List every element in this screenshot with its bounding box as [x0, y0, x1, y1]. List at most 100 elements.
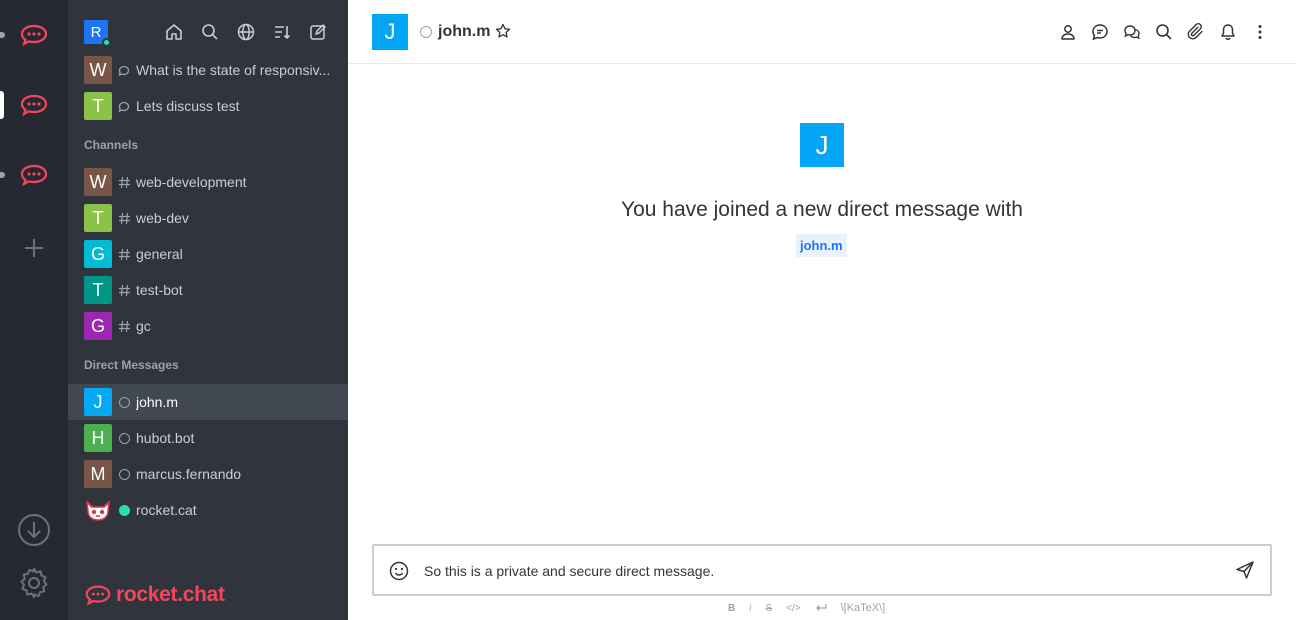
- sidebar-item-gc[interactable]: G gc: [68, 308, 348, 344]
- avatar-initial: T: [92, 95, 104, 116]
- downloads-button[interactable]: [14, 510, 54, 550]
- add-server-button[interactable]: [14, 228, 54, 268]
- thread-icon: [1092, 24, 1108, 41]
- gear-icon: [20, 568, 48, 598]
- room-avatar: T: [84, 204, 112, 232]
- avatar-initial: T: [92, 279, 104, 300]
- more-options-button[interactable]: [1250, 22, 1270, 42]
- kebab-menu-icon: [1258, 25, 1262, 39]
- sidebar-item-label: john.m: [136, 394, 179, 410]
- online-status-icon: [118, 504, 131, 517]
- avatar-initial: T: [92, 207, 104, 228]
- create-new-button[interactable]: [308, 22, 328, 42]
- discussion-icon: [118, 64, 131, 77]
- hashtag-icon: [118, 176, 131, 189]
- room-avatar: W: [84, 168, 112, 196]
- star-icon: [495, 23, 511, 38]
- hashtag-icon: [118, 284, 131, 297]
- app-window: R W What is the state of responsiv... T …: [0, 0, 1296, 620]
- formatting-toolbar: B i S </> \[KaTeX\]: [728, 600, 899, 616]
- message-input[interactable]: [424, 560, 1204, 582]
- sidebar-item-label: hubot.bot: [136, 430, 195, 446]
- rocket-chat-logo: rocket.chat: [84, 580, 225, 610]
- room-avatar: T: [84, 276, 112, 304]
- sidebar-item-label: web-development: [136, 174, 247, 190]
- sidebar-item-test-bot[interactable]: T test-bot: [68, 272, 348, 308]
- offline-status-icon: [118, 468, 131, 481]
- welcome-user-mention[interactable]: john.m: [796, 234, 847, 257]
- rocket-cat-avatar-icon: [84, 496, 112, 524]
- server-rail: [0, 0, 68, 620]
- avatar-initial: W: [89, 59, 107, 80]
- search-button[interactable]: [200, 22, 220, 42]
- sidebar-item-label: marcus.fernando: [136, 466, 242, 482]
- paperclip-icon: [1187, 23, 1203, 40]
- user-avatar: J: [84, 388, 112, 416]
- sidebar-item-label: rocket.cat: [136, 502, 197, 518]
- welcome-avatar-initial: J: [815, 129, 829, 160]
- avatar-initial: J: [93, 391, 103, 412]
- sidebar-item-rocket-cat[interactable]: rocket.cat: [68, 492, 348, 528]
- avatar-initial: M: [90, 463, 106, 484]
- user-avatar: M: [84, 460, 112, 488]
- sidebar-item-hubot-bot[interactable]: H hubot.bot: [68, 420, 348, 456]
- sidebar-item-label: Lets discuss test: [136, 98, 240, 114]
- room-avatar: W: [84, 56, 112, 84]
- room-avatar: T: [84, 92, 112, 120]
- globe-icon: [237, 23, 255, 41]
- sidebar-item-label: test-bot: [136, 282, 183, 298]
- user-info-button[interactable]: [1058, 22, 1078, 42]
- user-avatar[interactable]: R: [84, 20, 111, 47]
- katex-format-button[interactable]: \[KaTeX\]: [841, 600, 886, 616]
- search-icon: [1156, 24, 1172, 40]
- bold-format-button[interactable]: B: [728, 600, 735, 616]
- directory-button[interactable]: [236, 22, 256, 42]
- discussion-icon: [118, 100, 131, 113]
- room-avatar: G: [84, 240, 112, 268]
- search-icon: [202, 24, 218, 40]
- welcome-avatar: J: [800, 123, 844, 167]
- threads-button[interactable]: [1090, 22, 1110, 42]
- files-button[interactable]: [1186, 22, 1206, 42]
- room-avatar[interactable]: J: [372, 14, 408, 50]
- send-icon: [1236, 561, 1254, 579]
- offline-status-icon: [118, 432, 131, 445]
- rocket-chat-icon: [20, 164, 48, 187]
- room-search-button[interactable]: [1154, 22, 1174, 42]
- send-message-button[interactable]: [1234, 559, 1256, 581]
- sidebar-item-discussion-1[interactable]: W What is the state of responsiv...: [68, 52, 348, 88]
- discussion-icon: [1124, 25, 1140, 40]
- server-item-3[interactable]: [0, 155, 68, 195]
- user-icon: [1061, 25, 1075, 40]
- sidebar-item-general[interactable]: G general: [68, 236, 348, 272]
- discussions-button[interactable]: [1122, 22, 1142, 42]
- favorite-star-button[interactable]: [495, 23, 511, 39]
- sidebar-item-web-dev[interactable]: T web-dev: [68, 200, 348, 236]
- multiline-format-button[interactable]: [815, 600, 827, 616]
- section-title-channels: Channels: [84, 138, 139, 152]
- online-status-dot: [102, 38, 111, 47]
- rocket-chat-logo-icon: [85, 585, 111, 606]
- emoji-icon: [389, 561, 409, 581]
- room-avatar: G: [84, 312, 112, 340]
- strike-format-button[interactable]: S: [765, 600, 772, 616]
- welcome-message: You have joined a new direct message wit…: [621, 198, 1023, 221]
- user-avatar-initial: R: [90, 23, 102, 41]
- sidebar-item-discussion-2[interactable]: T Lets discuss test: [68, 88, 348, 124]
- brand-name: rocket.chat: [116, 583, 225, 606]
- server-item-1[interactable]: [0, 15, 68, 55]
- settings-button[interactable]: [14, 563, 54, 603]
- sort-button[interactable]: [272, 22, 292, 42]
- notifications-button[interactable]: [1218, 22, 1238, 42]
- code-format-button[interactable]: </>: [786, 600, 800, 616]
- room-header: J john.m: [348, 0, 1296, 64]
- edit-icon: [310, 24, 326, 40]
- sidebar-item-marcus-fernando[interactable]: M marcus.fernando: [68, 456, 348, 492]
- sidebar-item-label: general: [136, 246, 183, 262]
- emoji-picker-button[interactable]: [388, 560, 410, 582]
- sidebar-item-web-development[interactable]: W web-development: [68, 164, 348, 200]
- italic-format-button[interactable]: i: [749, 600, 751, 616]
- home-button[interactable]: [164, 22, 184, 42]
- sidebar-item-john-m[interactable]: J john.m: [68, 384, 348, 420]
- server-item-2[interactable]: [0, 85, 68, 125]
